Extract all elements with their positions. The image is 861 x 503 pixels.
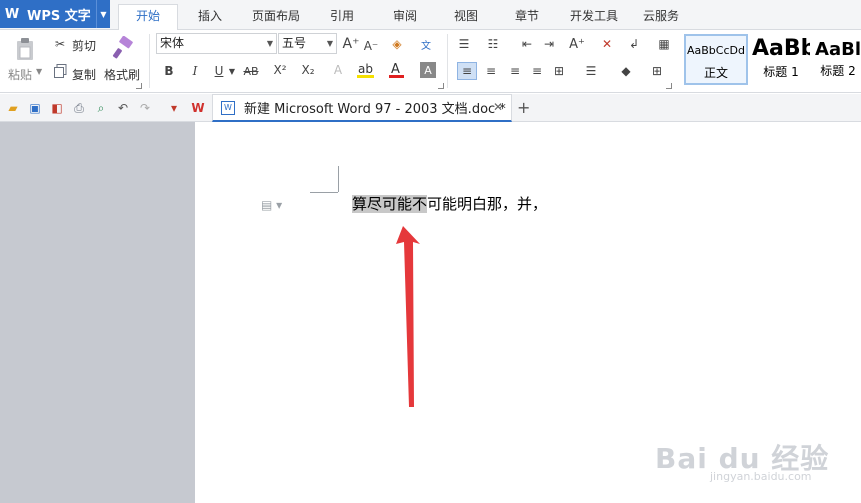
svg-text:A: A bbox=[391, 62, 400, 77]
style-heading-1[interactable]: AaBb 标题 1 bbox=[752, 34, 810, 85]
tab-cloud-service[interactable]: 云服务 bbox=[636, 5, 686, 30]
font-name-caret-icon: ▼ bbox=[266, 39, 273, 48]
align-left-icon[interactable]: ≡ bbox=[457, 62, 477, 80]
quick-access-bar: ▰ ▣ ◧ ⎙ ⌕ ↶ ↷ ▾ W W 新建 Microsoft Word 97… bbox=[0, 94, 861, 122]
italic-icon[interactable]: I bbox=[186, 62, 204, 80]
tab-chapter[interactable]: 章节 bbox=[505, 5, 549, 30]
show-marks-icon[interactable]: ↲ bbox=[625, 35, 643, 53]
style-heading-2-sample: AaBl bbox=[815, 39, 861, 60]
text-effect-icon[interactable]: A bbox=[328, 61, 348, 79]
font-name-select[interactable]: 宋体 ▼ bbox=[156, 33, 277, 54]
font-color-icon[interactable]: A bbox=[386, 61, 408, 79]
cut-button[interactable]: 剪切 bbox=[72, 37, 96, 54]
style-heading-1-sample: AaBb bbox=[752, 36, 810, 61]
ribbon-separator bbox=[447, 34, 448, 88]
font-dialog-launcher-icon[interactable] bbox=[438, 83, 444, 89]
font-size-value: 五号 bbox=[282, 36, 307, 50]
paste-caret-icon[interactable]: ▼ bbox=[36, 67, 42, 76]
paste-icon[interactable] bbox=[12, 36, 38, 62]
format-painter-icon[interactable] bbox=[110, 35, 136, 61]
subscript-icon[interactable]: X₂ bbox=[298, 61, 318, 79]
baidu-watermark-url: jingyan.baidu.com bbox=[710, 470, 812, 483]
close-tab-icon[interactable]: ✕ bbox=[493, 100, 503, 114]
bullet-list-icon[interactable]: ☰ bbox=[455, 35, 473, 53]
chinese-layout-icon[interactable]: ✕ bbox=[598, 35, 616, 53]
increase-indent-icon[interactable]: ⇥ bbox=[540, 35, 558, 53]
shading-icon[interactable]: ◆ bbox=[614, 62, 638, 80]
redo-icon[interactable]: ↷ bbox=[137, 100, 153, 116]
paste-button[interactable]: 粘贴 bbox=[8, 66, 32, 83]
tab-view[interactable]: 视图 bbox=[444, 5, 488, 30]
font-name-value: 宋体 bbox=[160, 36, 185, 50]
ribbon-separator bbox=[149, 34, 150, 88]
align-right-icon[interactable]: ≡ bbox=[506, 62, 524, 80]
tab-references[interactable]: 引用 bbox=[320, 5, 364, 30]
undo-icon[interactable]: ↶ bbox=[115, 100, 131, 116]
align-center-icon[interactable]: ≡ bbox=[482, 62, 500, 80]
table-icon[interactable]: ▦ bbox=[655, 35, 673, 53]
grow-font-icon[interactable]: A⁺ bbox=[343, 36, 360, 52]
app-menu-button[interactable]: W WPS 文字 ▼ bbox=[0, 0, 110, 28]
font-size-select[interactable]: 五号 ▼ bbox=[278, 33, 337, 54]
character-shading-icon[interactable]: A bbox=[420, 62, 436, 78]
numbered-list-icon[interactable]: ☷ bbox=[484, 35, 502, 53]
shrink-font-icon[interactable]: A⁻ bbox=[363, 38, 379, 54]
tab-developer[interactable]: 开发工具 bbox=[564, 5, 624, 30]
superscript-icon[interactable]: X² bbox=[270, 61, 290, 79]
print-preview-icon[interactable]: ⌕ bbox=[93, 100, 109, 116]
export-pdf-icon[interactable]: ◧ bbox=[49, 100, 65, 116]
tab-review[interactable]: 审阅 bbox=[383, 5, 427, 30]
tab-page-layout[interactable]: 页面布局 bbox=[244, 5, 308, 30]
paragraph-dialog-launcher-icon[interactable] bbox=[666, 83, 672, 89]
copy-icon[interactable] bbox=[52, 63, 68, 79]
style-heading-2[interactable]: AaBl 标题 2 bbox=[815, 34, 861, 85]
ribbon: 粘贴 ▼ ✂ 剪切 复制 格式刷 宋体 ▼ 五号 ▼ A⁺ A⁻ ◈ 文 B I… bbox=[0, 30, 861, 93]
tab-insert[interactable]: 插入 bbox=[188, 5, 232, 30]
svg-text:ab: ab bbox=[358, 62, 373, 76]
print-icon[interactable]: ⎙ bbox=[71, 100, 87, 116]
underline-icon[interactable]: U bbox=[210, 62, 228, 80]
app-title: WPS 文字 bbox=[27, 8, 91, 24]
style-normal[interactable]: AaBbCcDd 正文 bbox=[684, 34, 748, 85]
highlight-icon[interactable]: ab bbox=[355, 61, 377, 79]
style-normal-name: 正文 bbox=[703, 66, 728, 80]
style-normal-sample: AaBbCcDd bbox=[687, 44, 745, 57]
decrease-indent-icon[interactable]: ⇤ bbox=[518, 35, 536, 53]
clear-format-icon[interactable]: ◈ bbox=[389, 36, 405, 52]
copy-button[interactable]: 复制 bbox=[72, 66, 96, 83]
customize-toolbar-icon[interactable]: ▾ bbox=[166, 100, 182, 116]
distributed-icon[interactable]: ⊞ bbox=[550, 62, 568, 80]
bold-icon[interactable]: B bbox=[160, 62, 178, 80]
style-heading-1-name: 标题 1 bbox=[763, 65, 799, 79]
strikethrough-icon[interactable]: AB bbox=[240, 62, 262, 80]
font-size-caret-icon: ▼ bbox=[326, 39, 333, 48]
justify-icon[interactable]: ≡ bbox=[528, 62, 546, 80]
change-case-icon[interactable]: A⁺ bbox=[565, 35, 589, 53]
save-icon[interactable]: ▣ bbox=[27, 100, 43, 116]
document-icon: W bbox=[221, 100, 235, 115]
phonetic-guide-icon[interactable]: 文 bbox=[414, 34, 438, 54]
wps-home-icon[interactable]: W bbox=[190, 100, 206, 116]
tab-home[interactable]: 开始 bbox=[118, 4, 178, 31]
line-spacing-icon[interactable]: ☰ bbox=[580, 62, 602, 80]
open-folder-icon[interactable]: ▰ bbox=[5, 100, 21, 116]
document-tab-title: 新建 Microsoft Word 97 - 2003 文档.doc * bbox=[244, 102, 506, 117]
border-icon[interactable]: ⊞ bbox=[645, 62, 669, 80]
style-heading-2-name: 标题 2 bbox=[820, 64, 856, 78]
document-tab[interactable]: W 新建 Microsoft Word 97 - 2003 文档.doc * ✕ bbox=[212, 94, 512, 122]
menu-bar: W WPS 文字 ▼ 开始 插入 页面布局 引用 审阅 视图 章节 开发工具 云… bbox=[0, 0, 861, 31]
app-menu-caret-icon[interactable]: ▼ bbox=[96, 0, 110, 28]
underline-caret-icon[interactable]: ▼ bbox=[227, 63, 237, 79]
format-painter-button[interactable]: 格式刷 bbox=[104, 66, 140, 83]
new-tab-icon[interactable]: + bbox=[517, 98, 530, 117]
wps-logo-icon: W bbox=[4, 6, 20, 22]
scissors-icon[interactable]: ✂ bbox=[52, 36, 68, 52]
clipboard-dialog-launcher-icon[interactable] bbox=[136, 83, 142, 89]
